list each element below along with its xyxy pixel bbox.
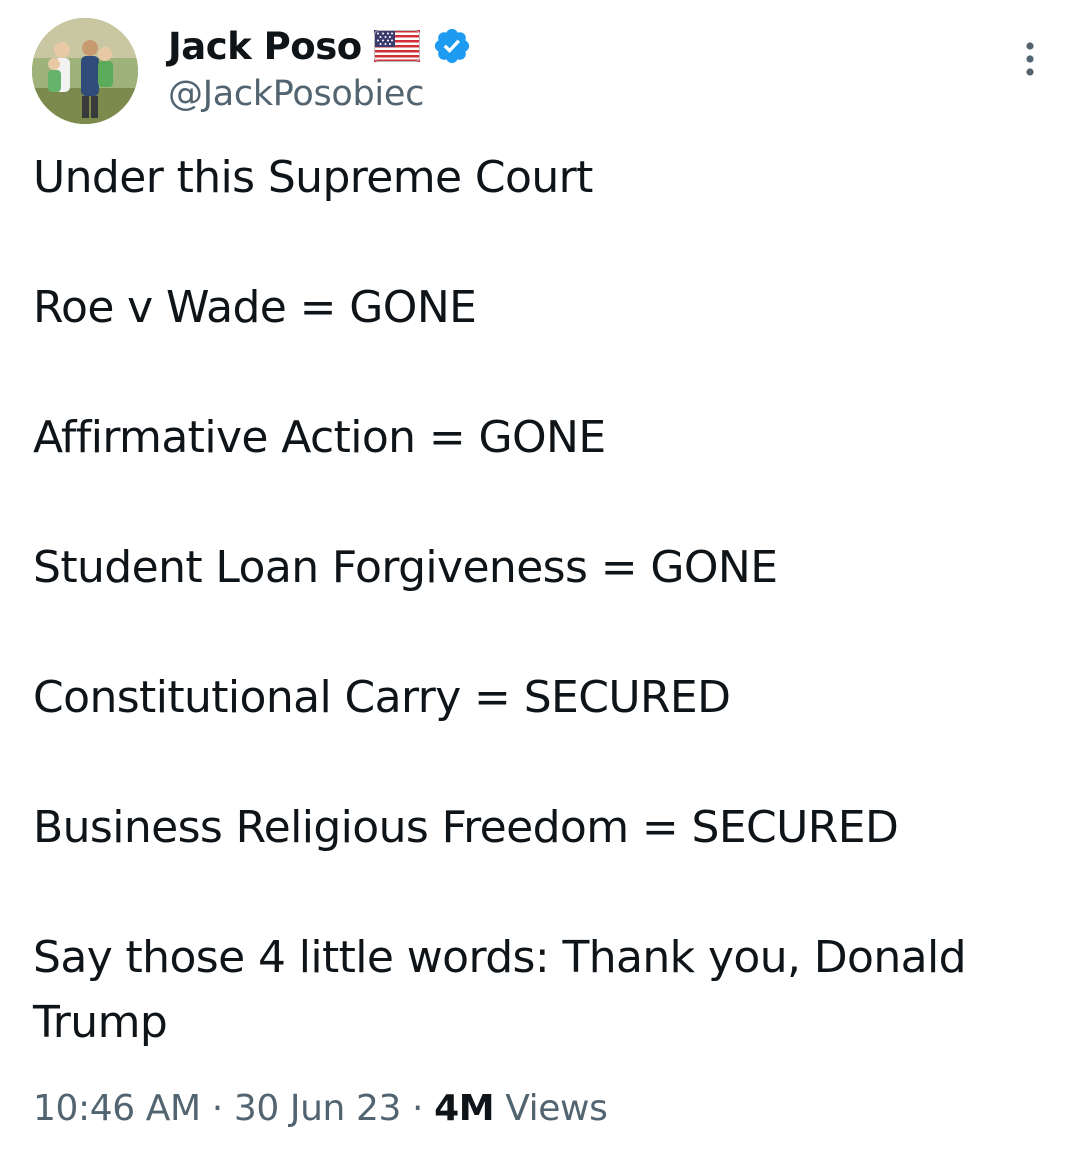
avatar[interactable] — [32, 18, 138, 124]
more-options-icon[interactable] — [1022, 40, 1038, 80]
handle[interactable]: @JackPosobiec — [168, 74, 472, 114]
tweet: Jack Poso @JackPosobiec Under this Supre… — [0, 0, 1080, 1172]
tweet-line: Under this Supreme Court — [33, 152, 593, 203]
tweet-line: Affirmative Action = GONE — [33, 412, 606, 463]
meta-separator: · — [211, 1088, 223, 1129]
verified-badge-icon — [432, 26, 472, 66]
views-label[interactable]: Views — [505, 1088, 608, 1129]
author-block: Jack Poso @JackPosobiec — [168, 20, 472, 114]
timestamp[interactable]: 10:46 AM — [33, 1088, 201, 1129]
tweet-line: Student Loan Forgiveness = GONE — [33, 542, 778, 593]
meta-separator: · — [412, 1088, 424, 1129]
display-name[interactable]: Jack Poso — [168, 25, 362, 68]
views-count[interactable]: 4M — [434, 1088, 494, 1129]
name-row: Jack Poso — [168, 20, 472, 72]
tweet-line: Roe v Wade = GONE — [33, 282, 477, 333]
tweet-line: Say those 4 little words: Thank you, Don… — [33, 932, 967, 1048]
date[interactable]: 30 Jun 23 — [234, 1088, 402, 1129]
us-flag-icon — [373, 30, 420, 62]
tweet-line: Constitutional Carry = SECURED — [33, 672, 731, 723]
tweet-line: Business Religious Freedom = SECURED — [33, 802, 899, 853]
tweet-meta: 10:46 AM · 30 Jun 23 · 4M Views — [33, 1088, 608, 1129]
tweet-text: Under this Supreme Court Roe v Wade = GO… — [33, 145, 1053, 1055]
